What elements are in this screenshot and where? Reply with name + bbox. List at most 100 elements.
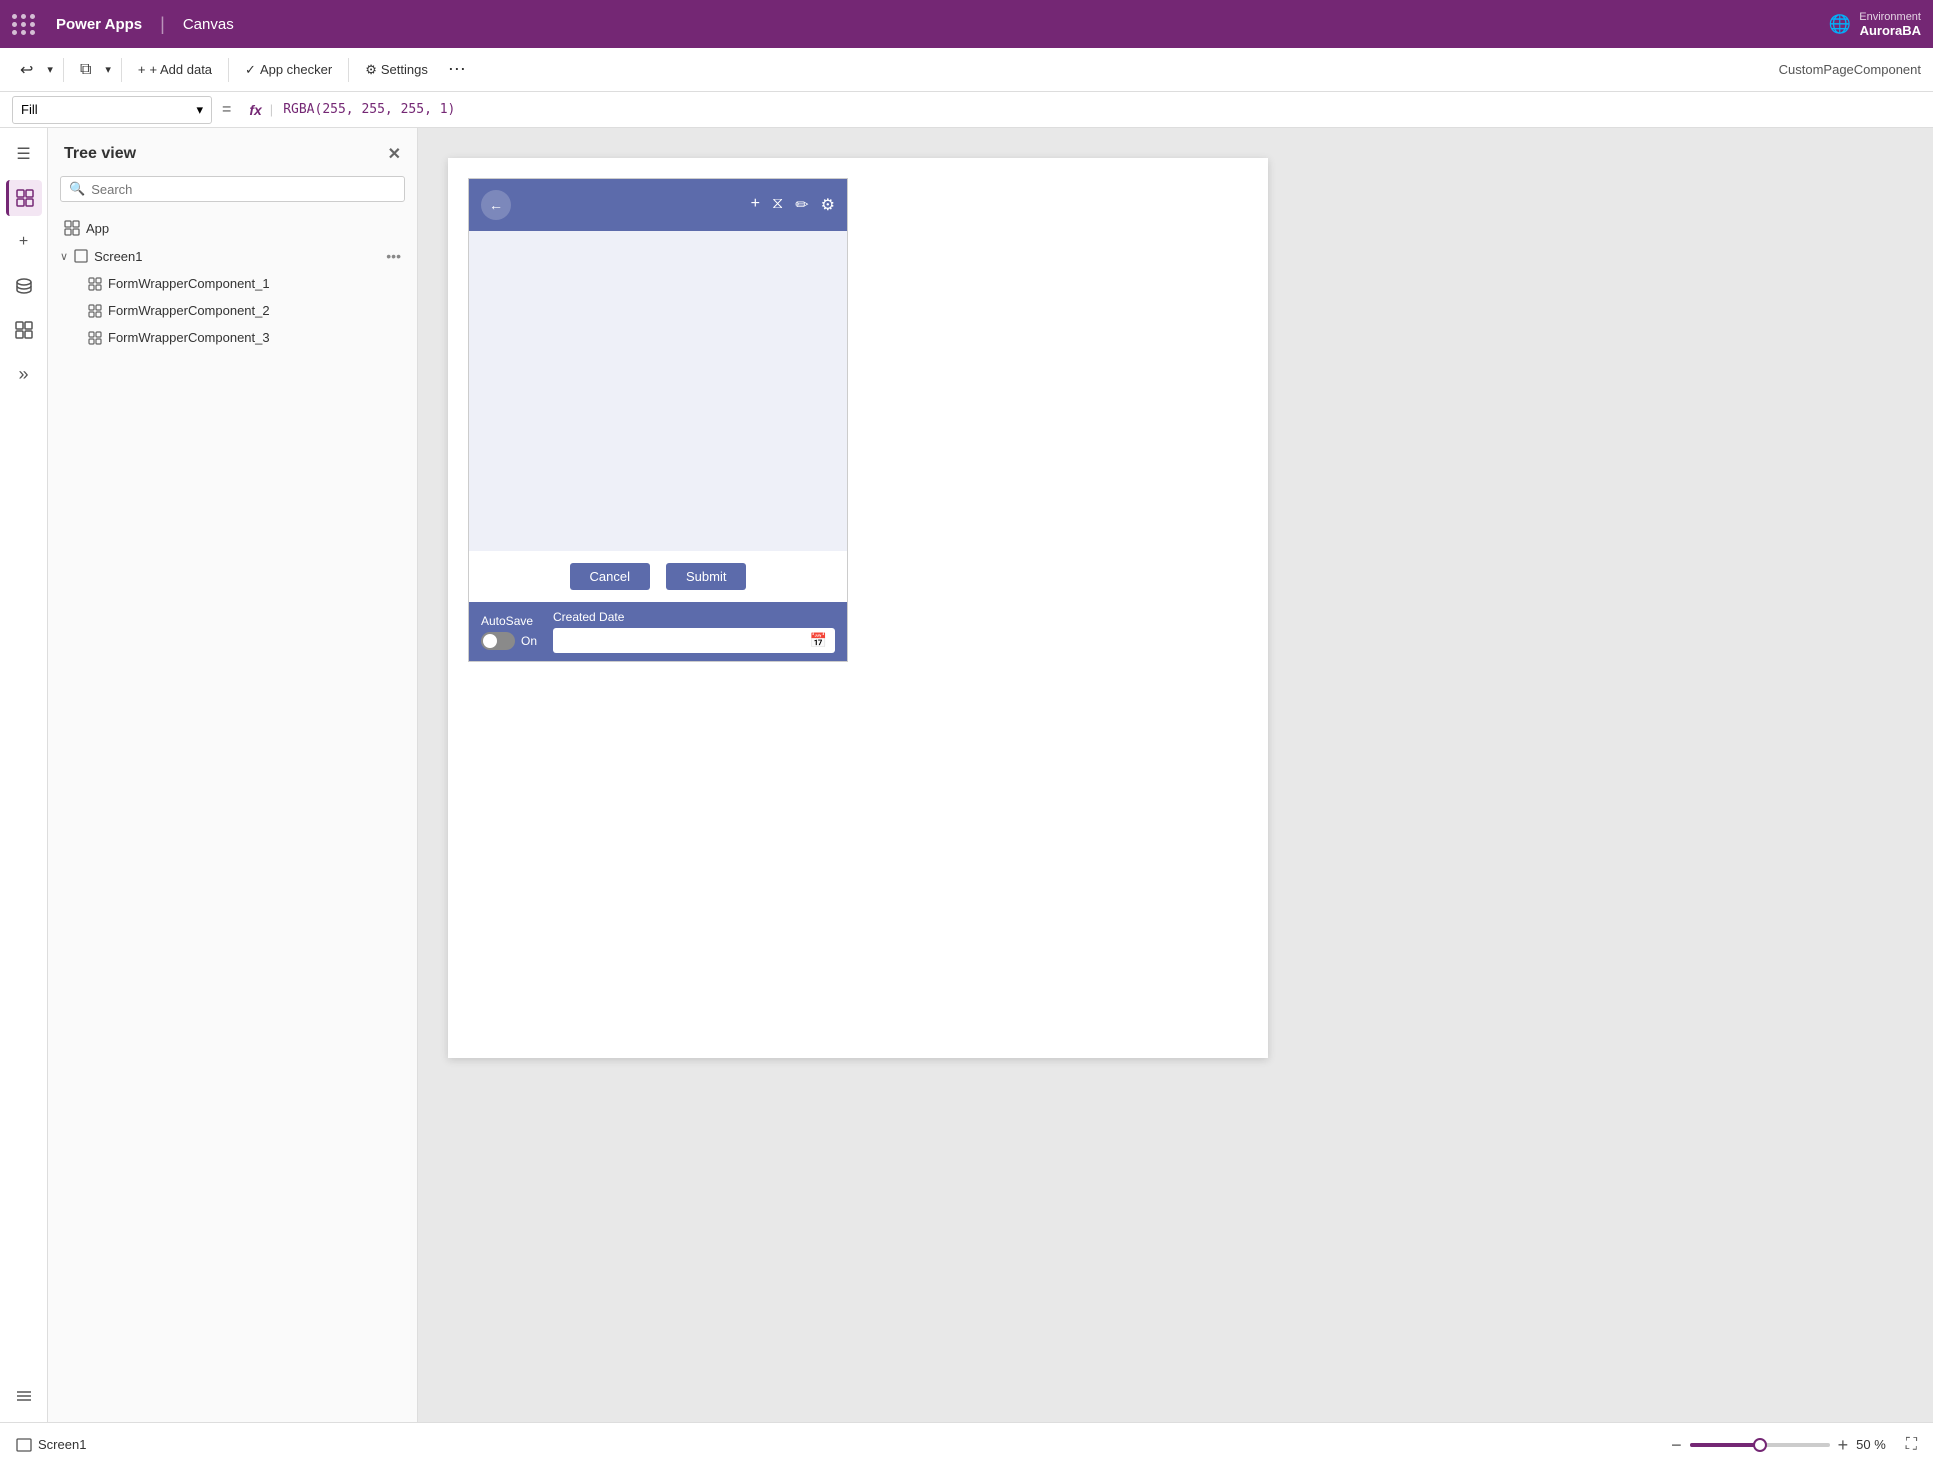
- expand-icon[interactable]: ⛶: [1906, 1436, 1917, 1454]
- bottom-bar: Screen1 − + 50 % ⛶: [0, 1422, 1933, 1466]
- canvas-scroll[interactable]: ← + ⧖ ✏ ⚙ Cancel Submit: [418, 128, 1933, 1422]
- date-input[interactable]: [561, 634, 802, 648]
- screen-name: Screen1: [38, 1437, 86, 1452]
- toolbar-separator-3: [228, 58, 229, 82]
- tree-item-component-2[interactable]: FormWrapperComponent_2: [48, 297, 417, 324]
- app-grid-icon[interactable]: [12, 14, 36, 35]
- main-layout: ☰ + » Tree view ✕ 🔍: [0, 128, 1933, 1422]
- app-name: Power Apps: [56, 16, 142, 33]
- app-checker-label: App checker: [260, 62, 332, 77]
- tree-item-screen1[interactable]: ∨ Screen1 •••: [48, 242, 417, 270]
- component3-label: FormWrapperComponent_3: [108, 330, 270, 345]
- add-data-label: + Add data: [150, 62, 213, 77]
- tree-item-component-1[interactable]: FormWrapperComponent_1: [48, 270, 417, 297]
- component-body: [469, 231, 847, 551]
- fill-label: Fill: [21, 102, 38, 117]
- add-icon[interactable]: +: [6, 224, 42, 260]
- tree-items: App ∨ Screen1 ••• FormWrapperComponent_1…: [48, 210, 417, 355]
- close-icon[interactable]: ✕: [388, 144, 401, 164]
- undo-button[interactable]: ↩: [12, 56, 41, 84]
- settings-icon: ⚙: [365, 62, 377, 78]
- edit-icon[interactable]: ✏: [795, 195, 808, 215]
- component2-label: FormWrapperComponent_2: [108, 303, 270, 318]
- screen-rect-icon: [16, 1438, 32, 1452]
- toolbar-separator-4: [348, 58, 349, 82]
- add-component-icon[interactable]: +: [751, 195, 760, 215]
- copy-dropdown-button[interactable]: ▾: [103, 59, 113, 80]
- toggle-knob: [483, 634, 497, 648]
- add-icon: +: [138, 62, 146, 77]
- zoom-slider[interactable]: [1690, 1443, 1830, 1447]
- tree-item-app[interactable]: App: [48, 214, 417, 242]
- back-button[interactable]: ←: [481, 190, 511, 220]
- submit-button[interactable]: Submit: [666, 563, 746, 590]
- screen-indicator: Screen1: [16, 1437, 86, 1452]
- settings-button[interactable]: ⚙ Settings: [357, 58, 436, 82]
- variable-icon[interactable]: [6, 1378, 42, 1414]
- component1-label: FormWrapperComponent_1: [108, 276, 270, 291]
- fx-icon[interactable]: fx: [241, 102, 269, 118]
- chevron-expanded-icon: ∨: [60, 250, 68, 263]
- menu-icon[interactable]: ☰: [6, 136, 42, 172]
- zoom-controls: − + 50 % ⛶: [1671, 1436, 1917, 1454]
- topbar: Power Apps | Canvas 🌐 Environment Aurora…: [0, 0, 1933, 48]
- toolbar-separator-1: [63, 58, 64, 82]
- app-checker-button[interactable]: ✓ App checker: [237, 58, 340, 82]
- topbar-right: 🌐 Environment AuroraBA: [1829, 11, 1921, 38]
- component-extra: AutoSave On Created Date: [469, 602, 847, 661]
- toggle-wrap: On: [481, 632, 537, 650]
- tree-search-box[interactable]: 🔍: [60, 176, 405, 202]
- env-label: Environment: [1859, 11, 1921, 23]
- canvas-label: Canvas: [183, 16, 234, 33]
- back-arrow-icon: ←: [489, 197, 503, 213]
- toggle-on-label: On: [521, 634, 537, 648]
- checker-icon: ✓: [245, 62, 256, 78]
- screen1-label: Screen1: [94, 249, 142, 264]
- screen1-more-icon[interactable]: •••: [386, 248, 401, 264]
- more-button[interactable]: ⋯: [440, 55, 474, 84]
- formula-bar: Fill ▾ = fx |: [0, 92, 1933, 128]
- canvas-white: ← + ⧖ ✏ ⚙ Cancel Submit: [448, 158, 1268, 1058]
- undo-dropdown-button[interactable]: ▾: [45, 59, 55, 80]
- property-dropdown[interactable]: Fill ▾: [12, 96, 212, 124]
- equals-sign: =: [212, 101, 241, 119]
- fx-separator: |: [270, 102, 273, 117]
- page-name: CustomPageComponent: [1779, 62, 1921, 77]
- settings-component-icon[interactable]: ⚙: [821, 195, 835, 215]
- chevron-down-icon: ▾: [196, 102, 203, 118]
- zoom-thumb: [1753, 1438, 1767, 1452]
- zoom-minus-button[interactable]: −: [1671, 1436, 1682, 1454]
- tree-title: Tree view: [64, 145, 136, 163]
- toolbar: ↩ ▾ ⧉ ▾ + + Add data ✓ App checker ⚙ Set…: [0, 48, 1933, 92]
- app-item-label: App: [86, 221, 109, 236]
- filter-icon[interactable]: ⧖: [772, 195, 783, 215]
- icon-bar: ☰ + »: [0, 128, 48, 1422]
- calendar-icon[interactable]: 📅: [810, 632, 827, 649]
- app-icon: [64, 220, 80, 236]
- copy-button[interactable]: ⧉: [72, 57, 99, 83]
- flow-icon[interactable]: »: [6, 356, 42, 392]
- date-input-wrap: 📅: [553, 628, 835, 653]
- search-input[interactable]: [91, 182, 396, 197]
- component2-icon: [88, 304, 102, 318]
- canvas-below: [448, 682, 1268, 802]
- component3-icon: [88, 331, 102, 345]
- add-data-button[interactable]: + + Add data: [130, 58, 220, 81]
- tree-header: Tree view ✕: [48, 128, 417, 176]
- data-icon[interactable]: [6, 268, 42, 304]
- environment-icon: 🌐: [1829, 14, 1851, 35]
- zoom-plus-button[interactable]: +: [1838, 1436, 1849, 1454]
- search-icon: 🔍: [69, 181, 85, 197]
- autosave-label: AutoSave: [481, 614, 537, 628]
- cancel-button[interactable]: Cancel: [570, 563, 650, 590]
- tree-item-component-3[interactable]: FormWrapperComponent_3: [48, 324, 417, 351]
- formula-input[interactable]: [279, 92, 1933, 127]
- autosave-toggle[interactable]: [481, 632, 515, 650]
- env-name: AuroraBA: [1859, 23, 1921, 38]
- components-icon[interactable]: [6, 312, 42, 348]
- component-header-icons: + ⧖ ✏ ⚙: [751, 195, 835, 215]
- layers-icon[interactable]: [6, 180, 42, 216]
- zoom-percent: 50 %: [1856, 1437, 1886, 1452]
- toolbar-separator-2: [121, 58, 122, 82]
- settings-label: Settings: [381, 62, 428, 77]
